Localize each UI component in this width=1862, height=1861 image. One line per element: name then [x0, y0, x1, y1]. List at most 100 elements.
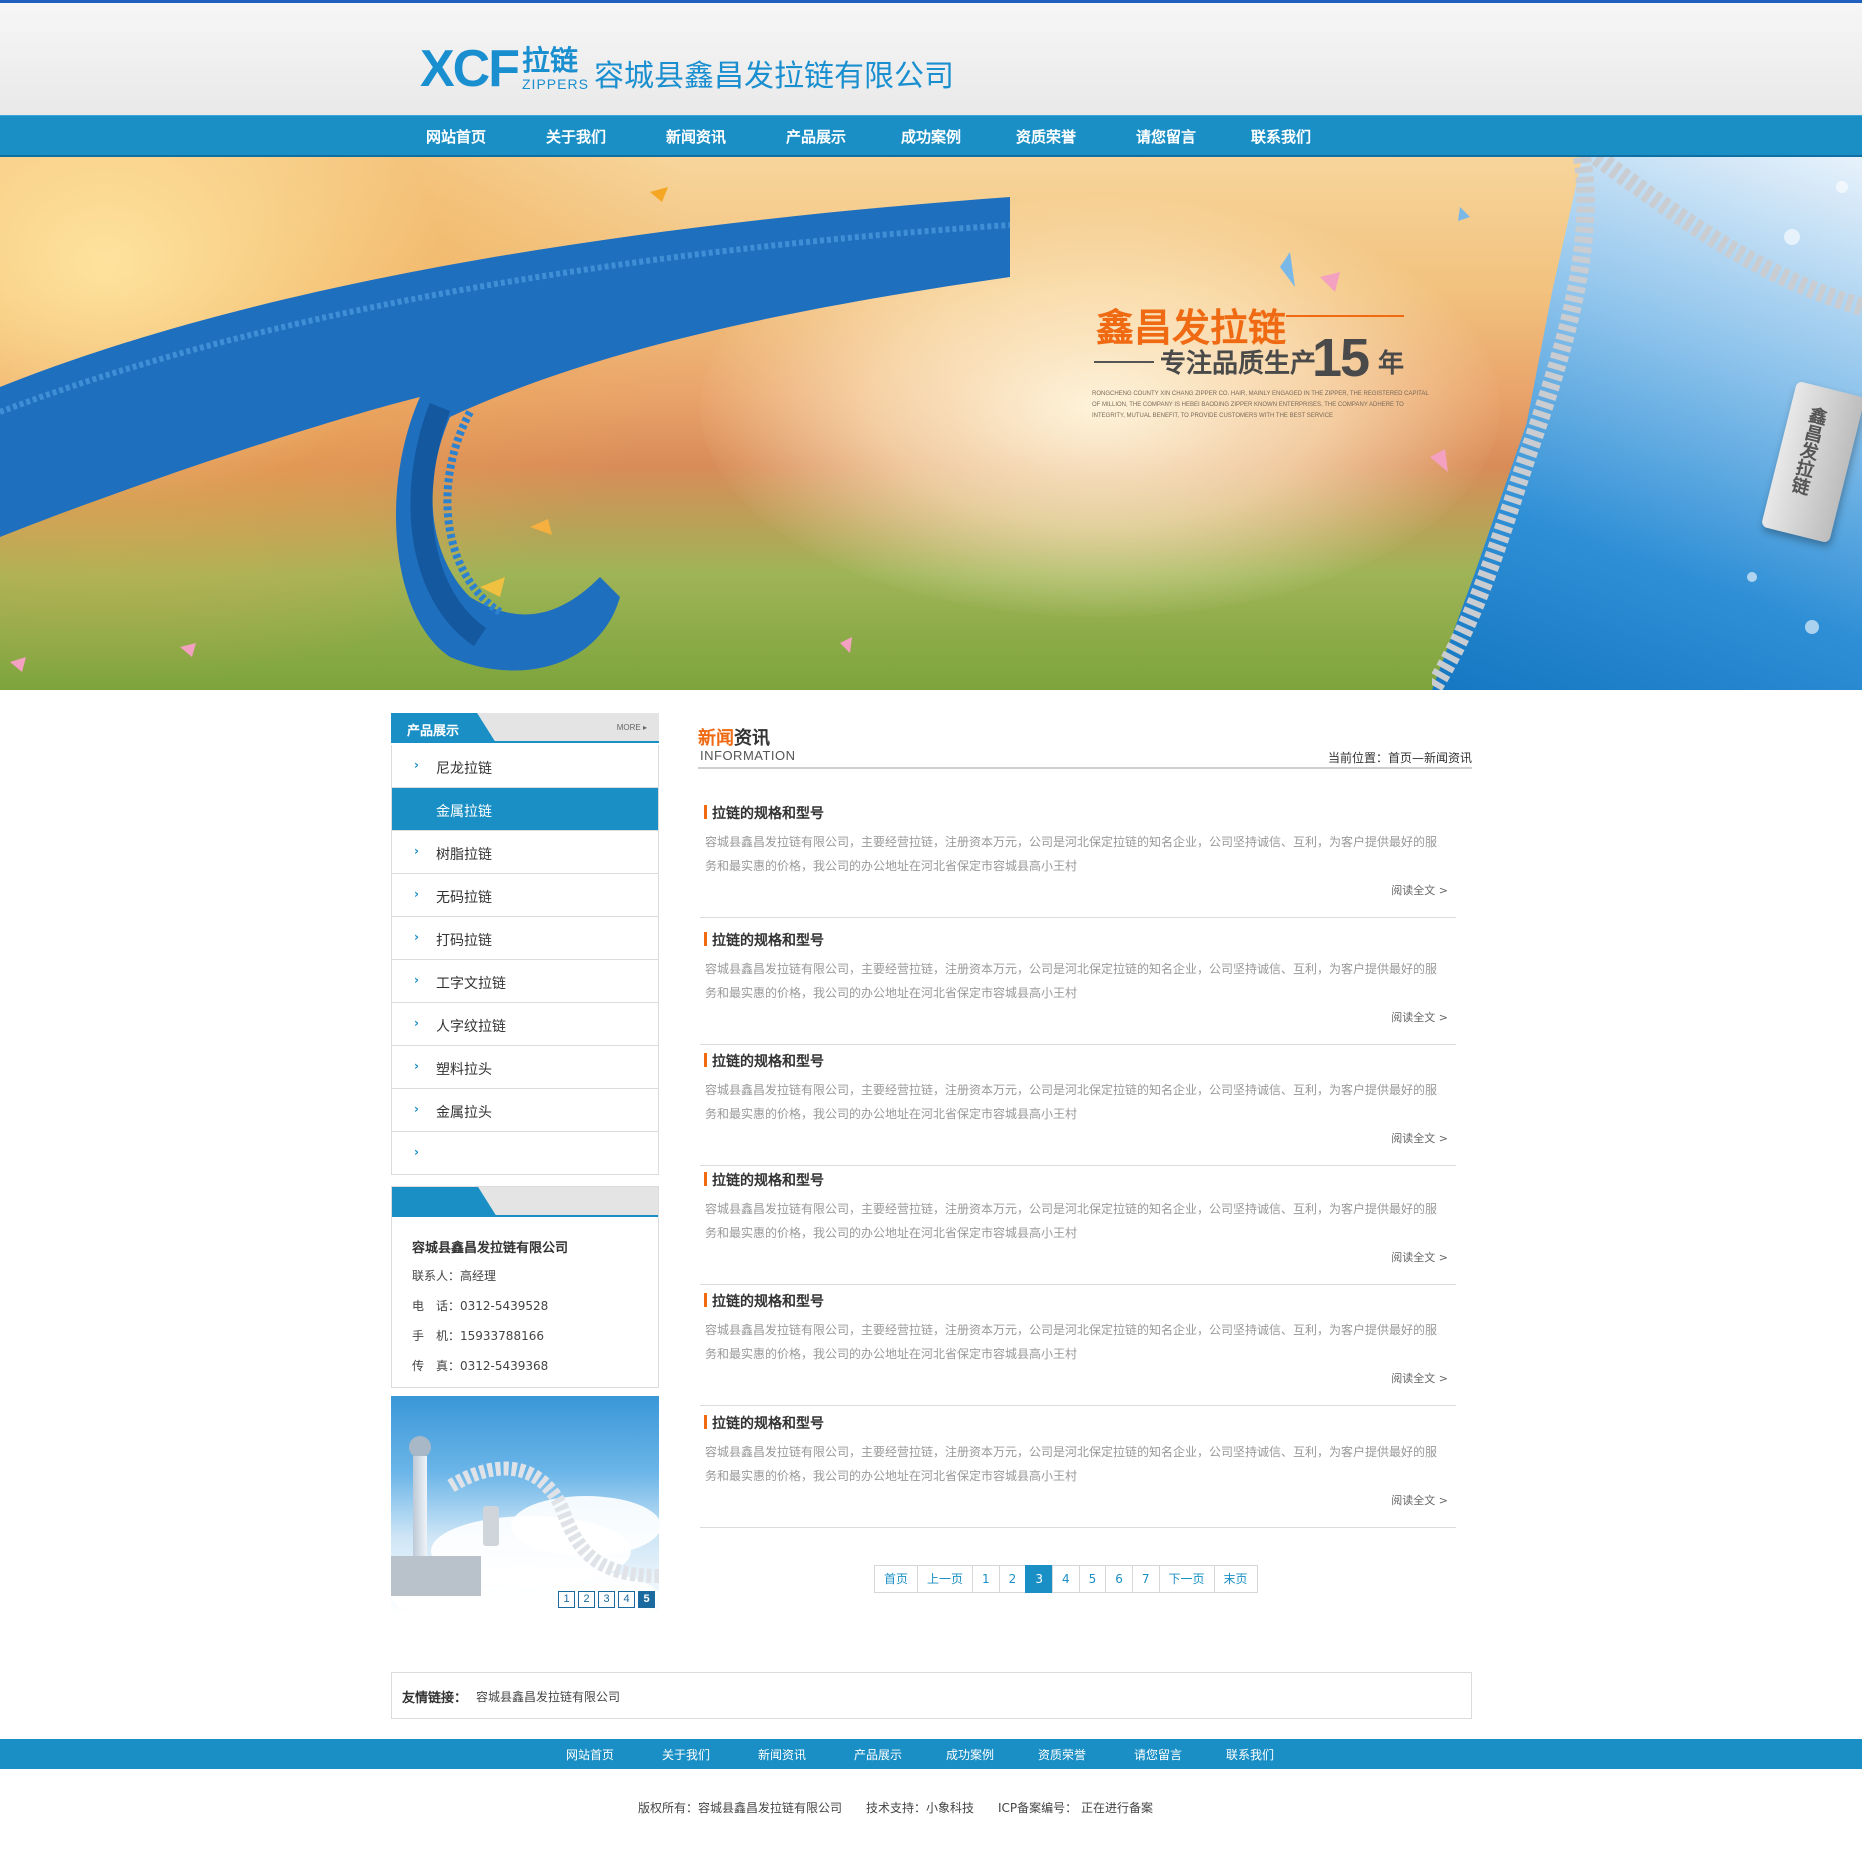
contact-fax: 传 真：0312-5439368	[412, 1359, 549, 1373]
page-number-button[interactable]: 7	[1131, 1565, 1160, 1593]
category-item[interactable]: › 金属拉头	[392, 1089, 658, 1132]
nav-item-about[interactable]: 关于我们	[546, 126, 606, 147]
more-link[interactable]: MORE ▸	[617, 723, 647, 732]
slide-indicator[interactable]: 3	[598, 1591, 615, 1608]
news-item: 拉链的规格和型号 容城县鑫昌发拉链有限公司，主要经营拉链，注册资本万元，公司是河…	[700, 798, 1456, 918]
news-title[interactable]: 拉链的规格和型号	[712, 1291, 824, 1311]
page-last-button[interactable]: 末页	[1213, 1565, 1258, 1593]
contact-phone: 电 话：0312-5439528	[412, 1299, 549, 1313]
contact-mobile: 手 机：15933788166	[412, 1329, 544, 1343]
sidebar-slideshow: 1 2 3 4 5	[391, 1396, 659, 1614]
footer-nav-news[interactable]: 新闻资讯	[758, 1746, 806, 1763]
page-first-button[interactable]: 首页	[874, 1565, 919, 1593]
category-item[interactable]: › 打码拉链	[392, 917, 658, 960]
news-item: 拉链的规格和型号 容城县鑫昌发拉链有限公司，主要经营拉链，注册资本万元，公司是河…	[700, 1165, 1456, 1285]
footer-nav-cases[interactable]: 成功案例	[946, 1746, 994, 1763]
category-item[interactable]: › 工字文拉链	[392, 960, 658, 1003]
site-header: XCF 拉链 ZIPPERS 容城县鑫昌发拉链有限公司	[0, 3, 1862, 115]
news-item: 拉链的规格和型号 容城县鑫昌发拉链有限公司，主要经营拉链，注册资本万元，公司是河…	[700, 1286, 1456, 1406]
chevron-right-icon: ›	[414, 758, 419, 772]
zipper-slide-image	[447, 1461, 659, 1583]
slide-indicator[interactable]: 4	[618, 1591, 635, 1608]
friend-links: 友情链接： 容城县鑫昌发拉链有限公司	[391, 1672, 1472, 1719]
read-more-link[interactable]: 阅读全文 >	[1391, 1009, 1448, 1025]
contact-person: 联系人：高经理	[412, 1269, 497, 1283]
category-item[interactable]: › 树脂拉链	[392, 831, 658, 874]
nav-item-contact[interactable]: 联系我们	[1251, 126, 1311, 147]
page-next-button[interactable]: 下一页	[1158, 1565, 1215, 1593]
news-title[interactable]: 拉链的规格和型号	[712, 1413, 824, 1433]
page-prev-button[interactable]: 上一页	[917, 1565, 974, 1593]
footer-nav-contact[interactable]: 联系我们	[1226, 1746, 1274, 1763]
read-more-link[interactable]: 阅读全文 >	[1391, 1249, 1448, 1265]
chevron-right-icon: ›	[414, 973, 419, 987]
footer-nav-home[interactable]: 网站首页	[566, 1746, 614, 1763]
page-title: 新闻资讯	[698, 728, 770, 749]
nav-item-message[interactable]: 请您留言	[1136, 126, 1196, 147]
category-item-active[interactable]: 金属拉链	[392, 788, 658, 831]
page-number-button[interactable]: 2	[998, 1565, 1027, 1593]
chevron-right-icon: ›	[414, 1102, 419, 1116]
page-number-current[interactable]: 3	[1025, 1565, 1053, 1593]
contact-panel: 容城县鑫昌发拉链有限公司 联系人：高经理 电 话：0312-5439528 手 …	[391, 1186, 659, 1388]
news-title[interactable]: 拉链的规格和型号	[712, 930, 824, 950]
title-divider	[698, 767, 1472, 769]
slide-indicator[interactable]: 1	[558, 1591, 575, 1608]
category-item[interactable]: › 人字纹拉链	[392, 1003, 658, 1046]
chevron-right-icon: ›	[414, 887, 419, 901]
site-logo[interactable]: XCF 拉链 ZIPPERS	[420, 41, 589, 97]
news-title[interactable]: 拉链的规格和型号	[712, 1051, 824, 1071]
news-summary: 容城县鑫昌发拉链有限公司，主要经营拉链，注册资本万元，公司是河北保定拉链的知名企…	[705, 835, 1438, 873]
nav-item-home[interactable]: 网站首页	[426, 126, 486, 147]
news-summary: 容城县鑫昌发拉链有限公司，主要经营拉链，注册资本万元，公司是河北保定拉链的知名企…	[705, 1445, 1438, 1483]
read-more-link[interactable]: 阅读全文 >	[1391, 1370, 1448, 1386]
copyright-text: 版权所有：容城县鑫昌发拉链有限公司 技术支持：小象科技 ICP备案编号： 正在进…	[638, 1801, 1153, 1815]
footer-nav-honors[interactable]: 资质荣誉	[1038, 1746, 1086, 1763]
chevron-right-icon: ›	[414, 1016, 419, 1030]
nav-item-products[interactable]: 产品展示	[786, 126, 846, 147]
nav-item-news[interactable]: 新闻资讯	[666, 126, 726, 147]
products-panel-title: 产品展示	[407, 724, 460, 739]
main-nav: 网站首页 关于我们 新闻资讯 产品展示 成功案例 资质荣誉 请您留言 联系我们	[0, 115, 1862, 157]
product-category-list: › 尼龙拉链 金属拉链 › 树脂拉链 › 无码拉链 › 打码拉链 › 工字文拉链 › 人字纹…	[391, 745, 659, 1175]
footer-nav-message[interactable]: 请您留言	[1134, 1746, 1182, 1763]
slide-indicator-active[interactable]: 5	[638, 1591, 655, 1608]
breadcrumb: 当前位置：首页—新闻资讯	[1327, 751, 1472, 765]
friend-link[interactable]: 容城县鑫昌发拉链有限公司	[476, 1688, 620, 1705]
footer-nav-products[interactable]: 产品展示	[854, 1746, 902, 1763]
read-more-link[interactable]: 阅读全文 >	[1391, 882, 1448, 898]
news-summary: 容城县鑫昌发拉链有限公司，主要经营拉链，注册资本万元，公司是河北保定拉链的知名企…	[705, 1323, 1438, 1361]
page-number-button[interactable]: 6	[1105, 1565, 1133, 1593]
page-number-button[interactable]: 5	[1078, 1565, 1107, 1593]
news-title[interactable]: 拉链的规格和型号	[712, 1170, 824, 1190]
chevron-right-icon: ›	[414, 844, 419, 858]
company-name: 容城县鑫昌发拉链有限公司	[594, 59, 954, 94]
banner-subtitle: 专注品质生产	[1160, 349, 1317, 379]
news-item: 拉链的规格和型号 容城县鑫昌发拉链有限公司，主要经营拉链，注册资本万元，公司是河…	[700, 925, 1456, 1045]
category-item[interactable]: › 塑料拉头	[392, 1046, 658, 1089]
contact-panel-header	[392, 1187, 658, 1217]
hero-banner: 鑫昌发拉链 鑫昌发拉链 专注品质生产 15 年 RONGCHENG COUNTY…	[0, 157, 1862, 690]
chevron-right-icon: ›	[414, 1059, 419, 1073]
banner-years-number: 15	[1312, 328, 1370, 388]
nav-item-cases[interactable]: 成功案例	[901, 126, 961, 147]
slide-indicator[interactable]: 2	[578, 1591, 595, 1608]
news-summary: 容城县鑫昌发拉链有限公司，主要经营拉链，注册资本万元，公司是河北保定拉链的知名企…	[705, 962, 1438, 1000]
read-more-link[interactable]: 阅读全文 >	[1391, 1130, 1448, 1146]
footer-nav-about[interactable]: 关于我们	[662, 1746, 710, 1763]
logo-en-text: ZIPPERS	[522, 76, 589, 92]
banner-years-unit: 年	[1378, 349, 1405, 379]
page-number-button[interactable]: 4	[1051, 1565, 1080, 1593]
read-more-link[interactable]: 阅读全文 >	[1391, 1492, 1448, 1508]
category-item[interactable]: › 尼龙拉链	[392, 745, 658, 788]
logo-mark: XCF	[420, 40, 520, 98]
tag-text: 鑫昌发拉链	[1787, 404, 1830, 497]
nav-item-honors[interactable]: 资质荣誉	[1016, 126, 1076, 147]
category-item[interactable]: › 无码拉链	[392, 874, 658, 917]
category-item[interactable]: ›	[392, 1132, 658, 1175]
news-summary: 容城县鑫昌发拉链有限公司，主要经营拉链，注册资本万元，公司是河北保定拉链的知名企…	[705, 1083, 1438, 1121]
news-title[interactable]: 拉链的规格和型号	[712, 803, 824, 823]
slide-indicators: 1 2 3 4 5	[558, 1591, 655, 1608]
page-number-button[interactable]: 1	[972, 1565, 1000, 1593]
banner-english-text: RONGCHENG COUNTY XIN CHANG ZIPPER CO. HA…	[1092, 391, 1429, 419]
